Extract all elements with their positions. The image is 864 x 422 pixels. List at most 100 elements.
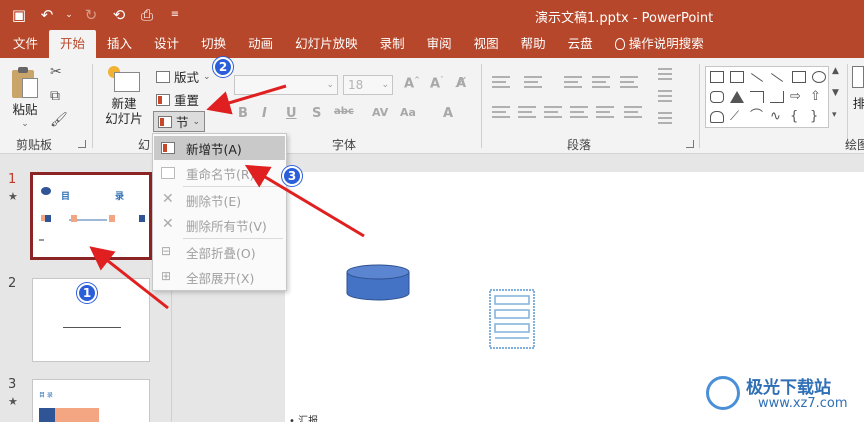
tab-home[interactable]: 开始 — [49, 30, 97, 58]
arrange-button[interactable]: 排 — [852, 66, 864, 111]
reset-label: 重置 — [174, 93, 200, 108]
shape-rectangle[interactable] — [792, 71, 806, 83]
shape-triangle[interactable] — [730, 91, 744, 103]
customize-qat-icon[interactable]: ≡ — [164, 4, 186, 26]
thumb-line — [63, 327, 121, 328]
step-badge-1: 1 — [77, 283, 97, 303]
slide-number: 3 — [8, 377, 17, 392]
tab-review[interactable]: 审阅 — [416, 30, 463, 58]
tab-file[interactable]: 文件 — [2, 30, 49, 58]
tell-me-search[interactable]: 操作说明搜索 — [604, 30, 715, 58]
tab-record[interactable]: 录制 — [369, 30, 416, 58]
shape-up-arrow[interactable]: ⇧ — [810, 90, 824, 103]
delete-all-sections-icon: ✕ — [162, 216, 174, 232]
clipboard-dialog-launcher[interactable] — [78, 140, 86, 148]
copy-icon[interactable]: ⧉ — [50, 88, 60, 104]
section-icon — [158, 115, 172, 128]
slide-bullet-text[interactable]: • 汇报 — [289, 412, 318, 422]
tab-design[interactable]: 设计 — [143, 30, 190, 58]
shape-vtextbox[interactable] — [730, 71, 744, 83]
gallery-down-icon[interactable]: ▼ — [832, 88, 839, 98]
paragraph-group-label: 段落 — [567, 138, 592, 152]
shape-rounded-rect[interactable] — [710, 91, 724, 103]
layout-button[interactable]: 版式 ⌄ — [156, 67, 211, 86]
slide-thumbnail-3[interactable]: 目 录 — [32, 379, 150, 422]
menu-delete-all-sections-label: 删除所有节(V) — [186, 218, 267, 234]
paragraph-dialog-launcher[interactable] — [686, 140, 694, 148]
undo-dropdown-icon[interactable]: ⌄ — [64, 4, 74, 26]
columns-icon — [624, 106, 642, 118]
gallery-up-icon[interactable]: ▲ — [832, 66, 839, 76]
shape-oval[interactable] — [812, 71, 826, 83]
new-slide-label-2: 幻灯片 — [105, 111, 143, 126]
shape-curve[interactable]: ∿ — [770, 110, 784, 123]
tab-view[interactable]: 视图 — [463, 30, 510, 58]
tab-slideshow[interactable]: 幻灯片放映 — [284, 30, 369, 58]
collapse-all-icon: ⊟ — [161, 244, 172, 258]
slide-thumbnail-1[interactable]: 目 录 — [30, 172, 152, 260]
undo-icon[interactable]: ↶ — [36, 4, 58, 26]
section-button[interactable]: 节 ⌄ — [153, 111, 206, 132]
shadow-icon: S — [312, 106, 322, 121]
shape-textbox[interactable] — [710, 71, 724, 83]
paste-icon — [10, 66, 40, 100]
font-name-box[interactable]: ⌄ — [234, 75, 338, 95]
tab-help[interactable]: 帮助 — [510, 30, 557, 58]
reset-button[interactable]: 重置 — [156, 90, 199, 109]
shapes-gallery[interactable]: ⇨ ⇧ ⟋ ⌒ ∿ { } — [705, 66, 829, 128]
cylinder-shape[interactable] — [345, 264, 411, 302]
slide-number: 1 — [8, 172, 17, 187]
font-size-value: 18 — [348, 78, 364, 92]
slide-star-icon: ★ — [8, 190, 18, 203]
add-section-icon — [159, 140, 177, 156]
new-slide-icon — [108, 66, 140, 92]
grow-font-icon: A^ — [404, 76, 420, 92]
shape-freeform[interactable]: ⟋ — [730, 110, 744, 123]
menu-add-section[interactable]: 新增节(A) — [154, 136, 285, 160]
separator — [699, 64, 700, 148]
shape-pentagon[interactable] — [710, 111, 724, 123]
separator — [481, 64, 482, 148]
tell-me-label: 操作说明搜索 — [628, 36, 704, 51]
watermark-logo-icon — [706, 376, 740, 410]
layout-icon — [156, 70, 170, 83]
menu-expand-all: ⊞ 全部展开(X) — [154, 265, 285, 289]
shape-arc[interactable]: ⌒ — [750, 110, 764, 123]
print-preview-icon[interactable]: ⎙ — [136, 4, 158, 26]
slides-group-label: 幻 — [138, 138, 151, 152]
shape-line[interactable] — [750, 73, 764, 82]
shape-elbow[interactable] — [750, 91, 764, 103]
increase-indent-icon — [592, 76, 610, 88]
start-slideshow-icon[interactable]: ⟲ — [108, 4, 130, 26]
smartart-icon — [658, 112, 672, 124]
gallery-more-icon[interactable]: ▾ — [832, 110, 837, 120]
thumb-block — [139, 215, 145, 222]
menu-delete-section-label: 删除节(E) — [186, 193, 242, 209]
shape-left-brace[interactable]: { — [790, 110, 804, 123]
section-label: 节 — [176, 115, 189, 130]
shrink-font-icon: Aˇ — [430, 76, 444, 92]
line-spacing-icon — [620, 76, 638, 88]
shape-elbow-arrow[interactable] — [770, 91, 784, 103]
paste-label: 粘贴 — [12, 102, 38, 117]
cut-icon[interactable]: ✂ — [50, 64, 62, 80]
shape-block-arrow[interactable]: ⇨ — [790, 90, 804, 103]
tab-cloud[interactable]: 云盘 — [557, 30, 604, 58]
new-slide-label-1: 新建 — [111, 96, 137, 111]
shape-arrow-line[interactable] — [770, 73, 784, 82]
paste-button[interactable]: 粘贴 ⌄ — [6, 66, 44, 132]
format-painter-icon[interactable]: 🖌 — [50, 112, 68, 128]
tab-animations[interactable]: 动画 — [237, 30, 284, 58]
thumb-block — [45, 215, 51, 222]
menu-add-section-label: 新增节(A) — [186, 141, 242, 157]
new-slide-button[interactable]: 新建 幻灯片 — [98, 66, 150, 126]
delete-section-icon: ✕ — [162, 191, 174, 207]
font-size-box[interactable]: 18 ⌄ — [343, 75, 393, 95]
tab-insert[interactable]: 插入 — [96, 30, 143, 58]
save-icon[interactable]: ▣ — [8, 4, 30, 26]
shelf-shape[interactable] — [488, 288, 536, 350]
tab-transitions[interactable]: 切换 — [190, 30, 237, 58]
menu-delete-section: ✕ 删除节(E) — [154, 188, 285, 212]
shape-right-brace[interactable]: } — [810, 110, 824, 123]
watermark-url: www.xz7.com — [758, 396, 848, 411]
